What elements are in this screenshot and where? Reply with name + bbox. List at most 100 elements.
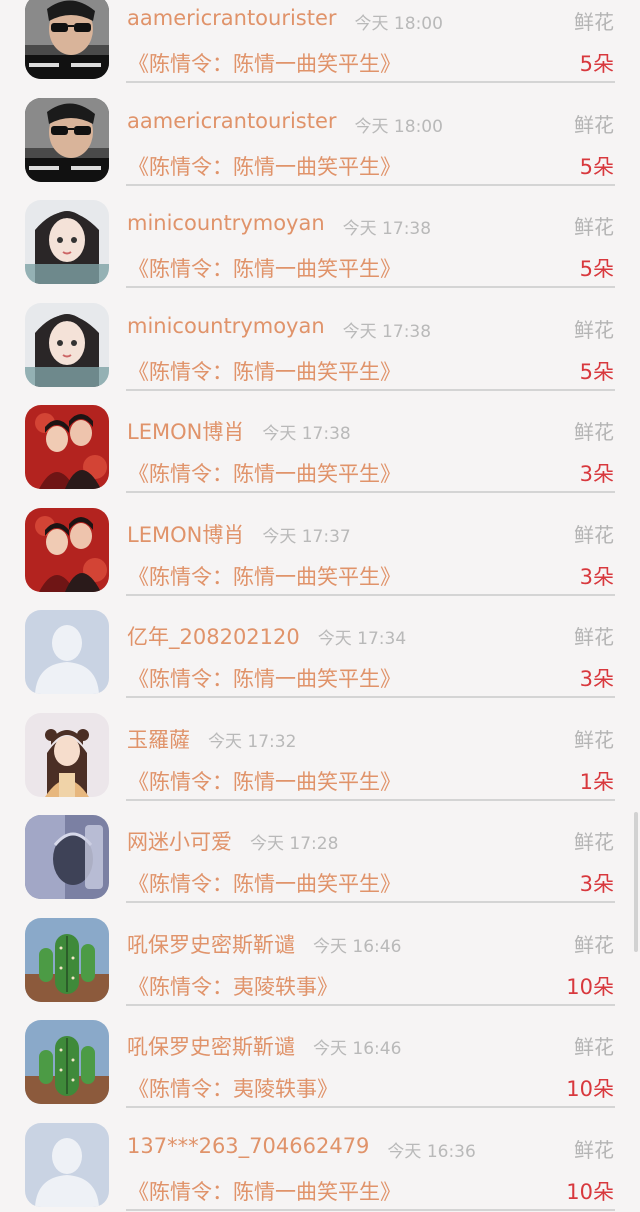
user-name[interactable]: 玉羅薩	[127, 724, 190, 754]
flower-count: 5朵	[580, 253, 614, 283]
timestamp: 今天 16:46	[313, 932, 401, 957]
timestamp: 今天 16:36	[387, 1137, 475, 1162]
flower-count: 5朵	[580, 151, 614, 181]
timestamp: 今天 17:38	[343, 214, 431, 239]
list-item[interactable]: minicountrymoyan今天 17:38鲜花《陈情令：陈情一曲笑平生》5…	[0, 187, 640, 290]
avatar[interactable]	[25, 713, 109, 797]
avatar[interactable]	[25, 200, 109, 284]
timestamp: 今天 17:32	[208, 727, 296, 752]
divider	[126, 491, 615, 493]
avatar-photo-couple-red	[25, 405, 109, 489]
divider	[126, 184, 615, 186]
list-item[interactable]: 亿年_208202120 今天 17:34 鲜花《陈情令：陈情一曲笑平生》 3朵	[0, 597, 640, 700]
divider	[126, 286, 615, 288]
book-title[interactable]: 《陈情令：陈情一曲笑平生》	[128, 561, 401, 591]
flower-count: 3朵	[580, 561, 614, 591]
divider	[126, 389, 615, 391]
timestamp: 今天 17:28	[250, 829, 338, 854]
list-item[interactable]: aamericrantourister今天 18:00鲜花《陈情令：陈情一曲笑平…	[0, 85, 640, 188]
book-title[interactable]: 《陈情令：陈情一曲笑平生》	[128, 151, 401, 181]
user-name[interactable]: aamericrantourister	[127, 6, 337, 30]
flower-count: 3朵	[580, 868, 614, 898]
avatar-photo-girl	[25, 200, 109, 284]
list-item[interactable]: LEMON博肖今天 17:37鲜花《陈情令：陈情一曲笑平生》3朵	[0, 495, 640, 598]
gift-type-label: 鲜花	[574, 416, 614, 445]
book-title[interactable]: 《陈情令：陈情一曲笑平生》	[128, 253, 401, 283]
flower-count: 3朵	[580, 458, 614, 488]
flower-count: 3朵	[580, 663, 614, 693]
user-name[interactable]: 吼保罗史密斯靳谴	[127, 1031, 295, 1061]
avatar-illustration-lady	[25, 713, 109, 797]
list-item[interactable]: 137***263_704662479 今天 16:36 鲜花《陈情令：陈情一曲笑平…	[0, 1110, 640, 1212]
timestamp: 今天 16:46	[313, 1034, 401, 1059]
book-title[interactable]: 《陈情令：陈情一曲笑平生》	[128, 766, 401, 796]
user-name[interactable]: minicountrymoyan	[127, 211, 325, 235]
gift-type-label: 鲜花	[574, 1134, 614, 1163]
book-title[interactable]: 《陈情令：陈情一曲笑平生》	[128, 868, 401, 898]
gift-type-label: 鲜花	[574, 109, 614, 138]
avatar-photo-sunglasses	[25, 0, 109, 79]
avatar[interactable]	[25, 1123, 109, 1207]
user-name[interactable]: aamericrantourister	[127, 109, 337, 133]
avatar[interactable]	[25, 0, 109, 79]
avatar-default-person	[25, 610, 109, 694]
avatar-photo-sunglasses	[25, 98, 109, 182]
user-name[interactable]: 网迷小可爱	[127, 826, 232, 856]
avatar[interactable]	[25, 405, 109, 489]
scrollbar[interactable]	[634, 812, 638, 952]
flower-count: 1朵	[580, 766, 614, 796]
list-item[interactable]: 玉羅薩今天 17:32 鲜花《陈情令：陈情一曲笑平生》 1朵	[0, 700, 640, 803]
divider	[126, 1106, 615, 1108]
book-title[interactable]: 《陈情令：夷陵轶事》	[128, 971, 338, 1001]
list-item[interactable]: minicountrymoyan今天 17:38鲜花《陈情令：陈情一曲笑平生》5…	[0, 290, 640, 393]
divider	[126, 696, 615, 698]
list-item[interactable]: 网迷小可爱今天 17:28 鲜花《陈情令：陈情一曲笑平生》 3朵	[0, 802, 640, 905]
gift-type-label: 鲜花	[574, 929, 614, 958]
list-item[interactable]: LEMON博肖今天 17:38鲜花《陈情令：陈情一曲笑平生》3朵	[0, 392, 640, 495]
user-name[interactable]: 亿年_208202120	[127, 621, 300, 651]
timestamp: 今天 18:00	[355, 9, 443, 34]
list-item[interactable]: aamericrantourister 今天 18:00 鲜花《陈情令：陈情一曲笑平…	[0, 0, 640, 85]
list-item[interactable]: 吼保罗史密斯靳谴今天 16:46鲜花《陈情令：夷陵轶事》10朵	[0, 1007, 640, 1110]
book-title[interactable]: 《陈情令：陈情一曲笑平生》	[128, 663, 401, 693]
avatar-default-person	[25, 1123, 109, 1207]
avatar[interactable]	[25, 815, 109, 899]
divider	[126, 1209, 615, 1211]
book-title[interactable]: 《陈情令：陈情一曲笑平生》	[128, 1176, 401, 1206]
timestamp: 今天 17:34	[318, 624, 406, 649]
user-name[interactable]: LEMON博肖	[127, 416, 244, 446]
user-name[interactable]: 吼保罗史密斯靳谴	[127, 929, 295, 959]
gift-type-label: 鲜花	[574, 621, 614, 650]
flower-count: 10朵	[566, 1073, 614, 1103]
avatar[interactable]	[25, 508, 109, 592]
book-title[interactable]: 《陈情令：夷陵轶事》	[128, 1073, 338, 1103]
flower-count: 10朵	[566, 971, 614, 1001]
divider	[126, 81, 615, 83]
user-name[interactable]: 137***263_704662479	[127, 1134, 369, 1158]
book-title[interactable]: 《陈情令：陈情一曲笑平生》	[128, 356, 401, 386]
timestamp: 今天 17:38	[343, 317, 431, 342]
flower-count: 5朵	[580, 356, 614, 386]
gift-type-label: 鲜花	[574, 519, 614, 548]
user-name[interactable]: minicountrymoyan	[127, 314, 325, 338]
avatar-photo-cactus	[25, 1020, 109, 1104]
avatar[interactable]	[25, 918, 109, 1002]
divider	[126, 594, 615, 596]
avatar[interactable]	[25, 303, 109, 387]
gift-type-label: 鲜花	[574, 6, 614, 35]
avatar-photo-girl	[25, 303, 109, 387]
avatar[interactable]	[25, 1020, 109, 1104]
user-name[interactable]: LEMON博肖	[127, 519, 244, 549]
gift-type-label: 鲜花	[574, 724, 614, 753]
gift-type-label: 鲜花	[574, 826, 614, 855]
flower-count: 10朵	[566, 1176, 614, 1206]
avatar[interactable]	[25, 98, 109, 182]
list-item[interactable]: 吼保罗史密斯靳谴今天 16:46 鲜花《陈情令：夷陵轶事》 10朵	[0, 905, 640, 1008]
book-title[interactable]: 《陈情令：陈情一曲笑平生》	[128, 48, 401, 78]
book-title[interactable]: 《陈情令：陈情一曲笑平生》	[128, 458, 401, 488]
divider	[126, 799, 615, 801]
flower-gift-list: aamericrantourister今天 18:00鲜花《陈情令：陈情一曲笑平…	[0, 0, 640, 1212]
avatar-photo-cactus	[25, 918, 109, 1002]
flower-count: 5朵	[580, 48, 614, 78]
avatar[interactable]	[25, 610, 109, 694]
